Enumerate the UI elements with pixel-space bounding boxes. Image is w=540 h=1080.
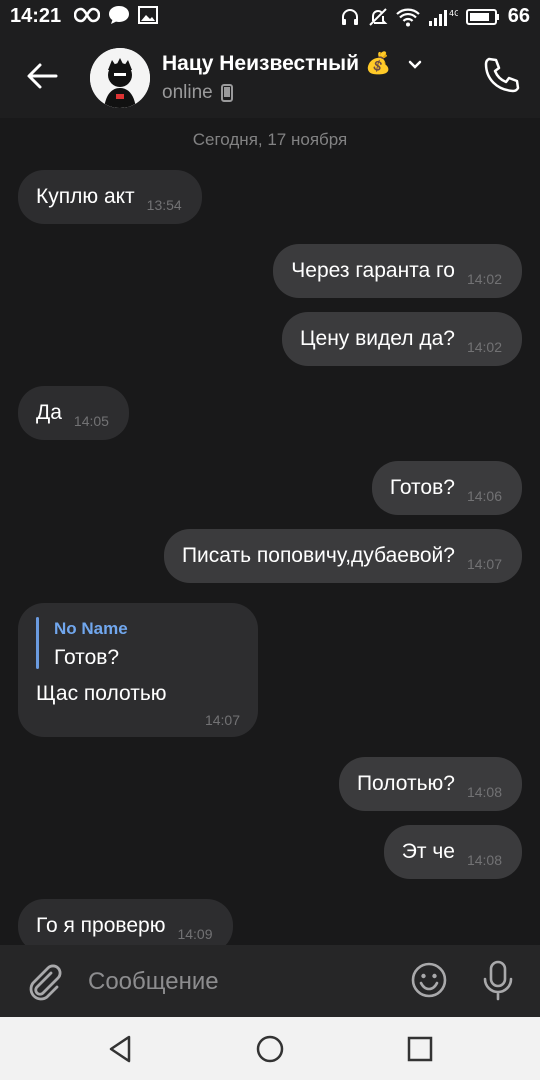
svg-text:4G: 4G	[449, 9, 458, 18]
moneybag-emoji: 💰	[365, 52, 392, 75]
message-incoming[interactable]: Да 14:05	[18, 386, 129, 440]
message-outgoing[interactable]: Эт че 14:08	[383, 825, 522, 879]
message-incoming[interactable]: Куплю акт 13:54	[18, 170, 202, 224]
message-text: Да	[36, 401, 62, 424]
attachment-icon[interactable]	[24, 961, 62, 1001]
infinity-icon	[74, 7, 100, 23]
message-text: Щас полотью	[36, 682, 167, 705]
message-time: 14:06	[466, 488, 502, 504]
microphone-icon[interactable]	[480, 959, 516, 1001]
message-outgoing[interactable]: Полотью? 14:08	[338, 757, 522, 811]
message-text: Куплю акт	[36, 185, 135, 208]
avatar[interactable]	[90, 48, 150, 108]
image-icon	[138, 6, 158, 24]
message-composer	[0, 945, 540, 1017]
message-incoming[interactable]: Го я проверю 14:09	[18, 899, 233, 945]
signal-icon: 4G	[428, 9, 458, 26]
message-text: Эт че	[401, 840, 455, 863]
battery-icon	[465, 8, 499, 25]
message-text: Готов?	[389, 476, 455, 499]
reply-accent-bar	[36, 617, 39, 669]
message-outgoing[interactable]: Через гаранта го 14:02	[273, 244, 522, 298]
message-time: 14:02	[466, 271, 502, 287]
message-text: Цену видел да?	[299, 327, 455, 350]
emoji-icon[interactable]	[410, 961, 448, 999]
message-text: Го я проверю	[36, 914, 166, 937]
nav-recents-icon[interactable]	[402, 1031, 438, 1067]
contact-name[interactable]: Нацу Неизвестный 💰	[162, 52, 425, 76]
wifi-icon	[395, 8, 420, 26]
message-text: Через гаранта го	[291, 259, 455, 282]
date-separator: Сегодня, 17 ноября	[192, 130, 348, 149]
nav-home-icon[interactable]	[252, 1031, 288, 1067]
mobile-phone-icon	[220, 84, 233, 102]
message-time: 14:08	[466, 852, 502, 868]
message-outgoing[interactable]: Готов? 14:06	[371, 461, 522, 515]
phone-call-icon[interactable]	[480, 54, 522, 96]
message-time: 14:05	[73, 413, 109, 429]
message-time: 13:54	[146, 197, 182, 213]
chat-bubble-icon	[109, 6, 129, 24]
reply-author[interactable]: No Name	[54, 619, 128, 639]
headphones-icon	[341, 8, 358, 25]
message-time: 14:07	[204, 712, 240, 728]
system-navigation-bar	[0, 1017, 540, 1080]
message-time: 14:08	[466, 784, 502, 800]
contact-status: online	[162, 82, 233, 104]
message-time: 14:02	[466, 339, 502, 355]
avatar-image	[90, 48, 150, 108]
chevron-down-icon[interactable]	[405, 54, 425, 74]
back-arrow-icon[interactable]	[22, 56, 62, 96]
message-input[interactable]	[86, 963, 390, 1001]
battery-level: 66	[507, 5, 530, 27]
message-text: Писать поповичу,дубаевой?	[181, 544, 455, 567]
chat-header: Нацу Неизвестный 💰 online	[0, 34, 540, 118]
message-text: Полотью?	[356, 772, 455, 795]
mute-icon	[369, 7, 388, 26]
message-time: 14:07	[466, 556, 502, 572]
message-list[interactable]: Сегодня, 17 ноября Куплю акт 13:54 Через…	[0, 118, 540, 945]
status-time: 14:21	[10, 5, 62, 27]
message-incoming-reply[interactable]: No Name Готов? Щас полотью 14:07	[18, 603, 258, 737]
message-time: 14:09	[177, 926, 213, 942]
message-outgoing[interactable]: Писать поповичу,дубаевой? 14:07	[163, 529, 522, 583]
message-outgoing[interactable]: Цену видел да? 14:02	[281, 312, 522, 366]
status-bar: 14:21 4G 66	[0, 0, 540, 34]
nav-back-icon[interactable]	[102, 1031, 138, 1067]
reply-quoted-text[interactable]: Готов?	[54, 646, 119, 670]
